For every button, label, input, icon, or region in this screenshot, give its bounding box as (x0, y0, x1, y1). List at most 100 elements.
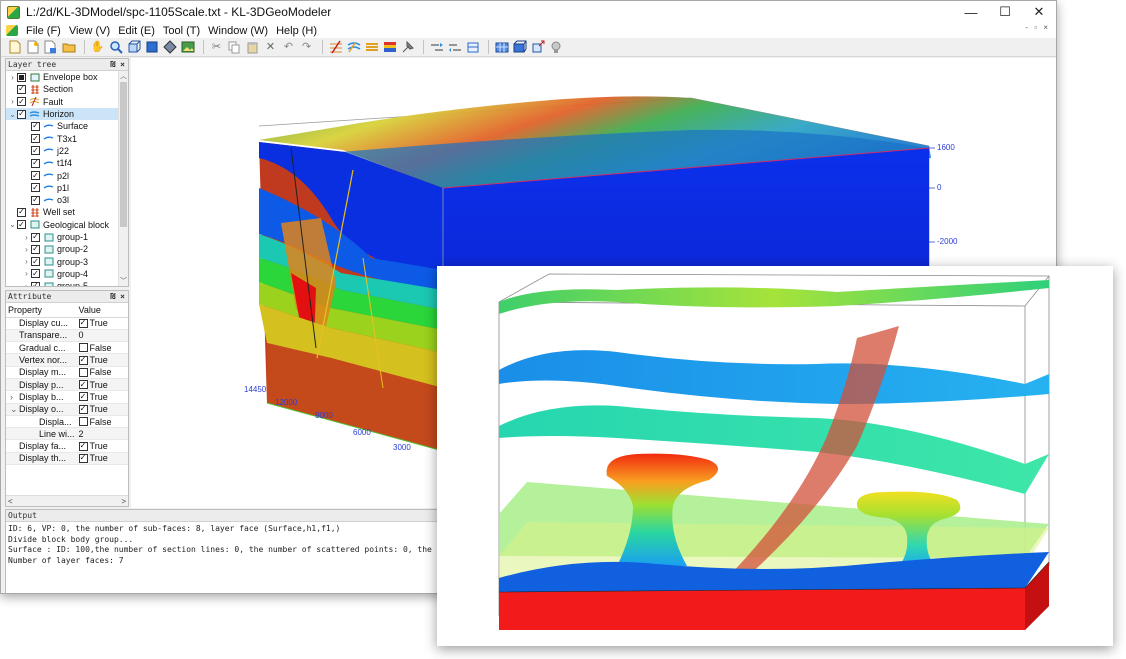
attribute-value-cell[interactable]: True (76, 317, 128, 330)
tree-item-group-3[interactable]: › group-3 (6, 255, 128, 267)
tree-item-group-5[interactable]: › group-5 (6, 280, 128, 286)
attribute-value-cell[interactable]: True (76, 353, 128, 367)
attribute-row[interactable]: ⌄Display o... True (6, 403, 128, 416)
expand-chevron-icon[interactable]: › (8, 73, 17, 82)
value-checkbox[interactable] (78, 453, 88, 463)
tree-item-p2l[interactable]: p2l (6, 169, 128, 181)
visibility-checkbox[interactable] (31, 146, 40, 156)
front-view-icon[interactable] (144, 40, 159, 55)
visibility-checkbox[interactable] (17, 109, 26, 119)
visibility-checkbox[interactable] (31, 232, 40, 242)
attribute-row[interactable]: Displa... False (6, 415, 128, 429)
panel-float-close-controls[interactable]: ₪ × (111, 292, 128, 301)
collapse-chevron-icon[interactable]: ⌄ (8, 220, 17, 229)
tree-item-o3l[interactable]: o3l (6, 194, 128, 206)
attribute-row[interactable]: Transpare... 0 (6, 329, 128, 343)
paste-icon[interactable] (245, 40, 260, 55)
new-file-icon[interactable] (7, 40, 22, 55)
value-checkbox[interactable] (78, 392, 88, 402)
menu-file[interactable]: File (F) (22, 25, 65, 37)
tree-item-group-4[interactable]: › group-4 (6, 268, 128, 280)
tree-item-envelope-box[interactable]: › Envelope box (6, 71, 128, 83)
visibility-checkbox[interactable] (17, 97, 26, 107)
tree-item-t3x1[interactable]: T3x1 (6, 132, 128, 144)
copy-icon[interactable] (227, 40, 242, 55)
tree-item-section[interactable]: Section (6, 83, 128, 95)
tree-item-p1l[interactable]: p1l (6, 182, 128, 194)
visibility-checkbox[interactable] (31, 121, 40, 131)
menu-edit[interactable]: Edit (E) (114, 25, 159, 37)
render-icon[interactable] (162, 40, 177, 55)
scroll-left-icon[interactable]: < (8, 497, 13, 506)
visibility-checkbox[interactable] (31, 183, 40, 193)
collapse-chevron-icon[interactable]: ⌄ (8, 110, 17, 119)
tool-pick-icon[interactable] (400, 40, 415, 55)
attribute-row[interactable]: Line wi... 2 (6, 427, 128, 441)
redo-icon[interactable]: ↷ (299, 40, 314, 55)
attribute-row[interactable]: Vertex nor... True (6, 353, 128, 367)
fault-tool-icon[interactable] (328, 40, 343, 55)
edit-surface-icon[interactable] (447, 40, 462, 55)
expand-chevron-icon[interactable]: › (8, 97, 17, 106)
edit-line-icon[interactable] (429, 40, 444, 55)
visibility-checkbox[interactable] (17, 220, 26, 230)
visibility-checkbox[interactable] (31, 195, 40, 205)
menu-window[interactable]: Window (W) (204, 25, 272, 37)
horizon-tool-icon[interactable] (346, 40, 361, 55)
visibility-checkbox[interactable] (17, 72, 26, 82)
tree-item-group-2[interactable]: › group-2 (6, 243, 128, 255)
menu-help[interactable]: Help (H) (272, 25, 321, 37)
mdi-controls[interactable]: - ▫ × (1025, 23, 1050, 32)
attribute-row[interactable]: Display fa... True (6, 439, 128, 453)
visibility-checkbox[interactable] (31, 281, 40, 286)
pan-hand-icon[interactable]: ✋ (90, 40, 105, 55)
expand-chevron-icon[interactable]: › (22, 245, 31, 254)
attribute-row[interactable]: Display m... False (6, 366, 128, 379)
tree-item-fault[interactable]: › Fault (6, 96, 128, 108)
scroll-down-icon[interactable]: ﹀ (119, 276, 128, 286)
cut-icon[interactable]: ✂ (209, 40, 224, 55)
menu-view[interactable]: View (V) (65, 25, 114, 37)
property-expand-icon[interactable]: ⌄ (10, 404, 19, 415)
layer-tree-scrollbar[interactable]: ︿ ﹀ (118, 71, 128, 286)
attribute-row[interactable]: Display th... True (6, 452, 128, 466)
undo-icon[interactable]: ↶ (281, 40, 296, 55)
attribute-row[interactable]: Display cu... True (6, 317, 128, 330)
document-icon[interactable] (6, 25, 18, 36)
volume-model-icon[interactable] (512, 40, 527, 55)
menu-tool[interactable]: Tool (T) (159, 25, 204, 37)
expand-chevron-icon[interactable]: › (22, 257, 31, 266)
value-checkbox[interactable] (78, 355, 88, 365)
tree-item-surface[interactable]: Surface (6, 120, 128, 132)
delete-icon[interactable]: ✕ (263, 40, 278, 55)
import-icon[interactable] (43, 40, 58, 55)
visibility-checkbox[interactable] (31, 158, 40, 168)
grid-model-icon[interactable] (494, 40, 509, 55)
attribute-value-cell[interactable]: True (76, 390, 128, 404)
expand-chevron-icon[interactable]: › (22, 233, 31, 242)
visibility-checkbox[interactable] (31, 257, 40, 267)
attribute-value-cell[interactable]: True (76, 403, 128, 416)
visibility-checkbox[interactable] (31, 171, 40, 181)
attribute-value-cell[interactable]: False (76, 341, 128, 355)
block-tool-icon[interactable] (382, 40, 397, 55)
expand-chevron-icon[interactable]: › (22, 269, 31, 278)
value-checkbox[interactable] (78, 417, 88, 427)
value-checkbox[interactable] (78, 380, 88, 390)
attribute-value-cell[interactable]: True (76, 439, 128, 453)
attribute-value-cell[interactable]: 0 (76, 329, 128, 343)
new-project-icon[interactable] (25, 40, 40, 55)
attribute-value-cell[interactable]: False (76, 415, 128, 429)
attribute-row[interactable]: Display p... True (6, 378, 128, 392)
maximize-button[interactable]: ☐ (988, 1, 1022, 23)
cube-view-icon[interactable] (126, 40, 141, 55)
visibility-checkbox[interactable] (17, 207, 26, 217)
scroll-right-icon[interactable]: > (121, 497, 126, 506)
minimize-button[interactable]: — (954, 1, 988, 23)
attribute-value-cell[interactable]: True (76, 378, 128, 392)
value-checkbox[interactable] (78, 343, 88, 353)
value-checkbox[interactable] (78, 404, 88, 414)
tree-item-j22[interactable]: j22 (6, 145, 128, 157)
panel-float-close-controls[interactable]: ₪ × (111, 60, 128, 69)
property-expand-icon[interactable]: › (10, 392, 19, 402)
